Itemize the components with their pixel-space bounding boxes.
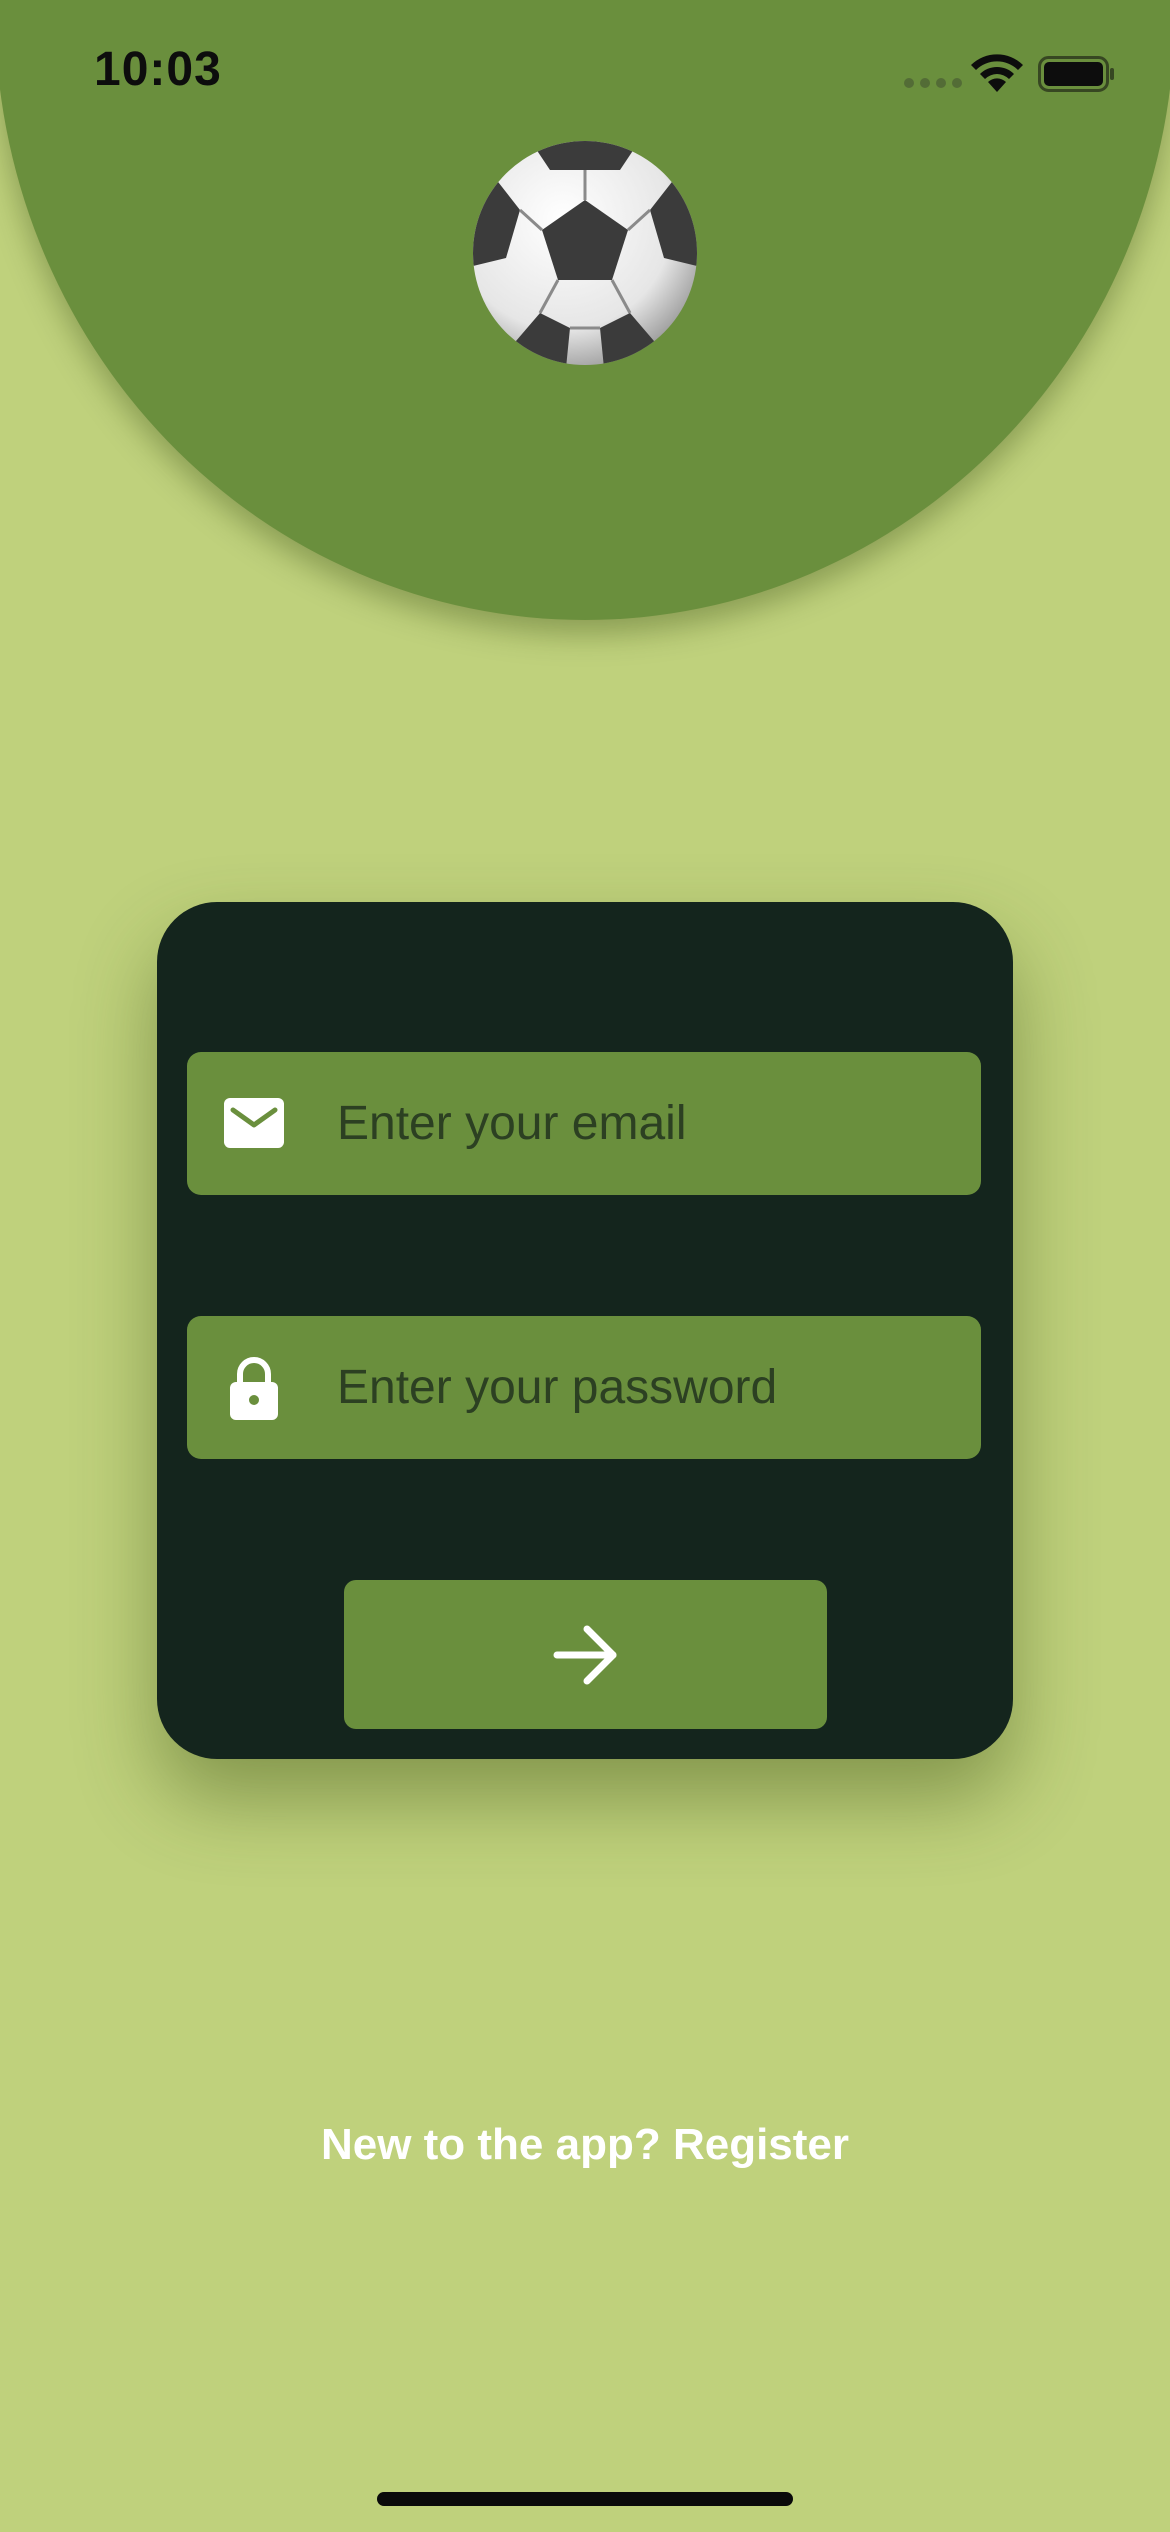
lock-icon bbox=[230, 1357, 278, 1420]
soccer-ball-icon bbox=[473, 141, 697, 365]
wifi-icon bbox=[971, 54, 1023, 92]
password-input[interactable] bbox=[337, 1316, 957, 1459]
password-field[interactable] bbox=[187, 1316, 981, 1459]
submit-button[interactable] bbox=[344, 1580, 827, 1729]
email-field[interactable] bbox=[187, 1052, 981, 1195]
login-card bbox=[157, 902, 1013, 1759]
home-indicator[interactable] bbox=[377, 2492, 793, 2506]
register-link[interactable]: New to the app? Register bbox=[0, 2120, 1170, 2170]
email-input[interactable] bbox=[337, 1052, 957, 1195]
arrow-right-icon bbox=[553, 1625, 617, 1685]
envelope-icon bbox=[224, 1098, 284, 1148]
battery-icon bbox=[1038, 56, 1114, 92]
status-bar: 10:03 bbox=[0, 0, 1170, 150]
status-time: 10:03 bbox=[94, 43, 222, 96]
cellular-signal-icon bbox=[904, 78, 962, 88]
